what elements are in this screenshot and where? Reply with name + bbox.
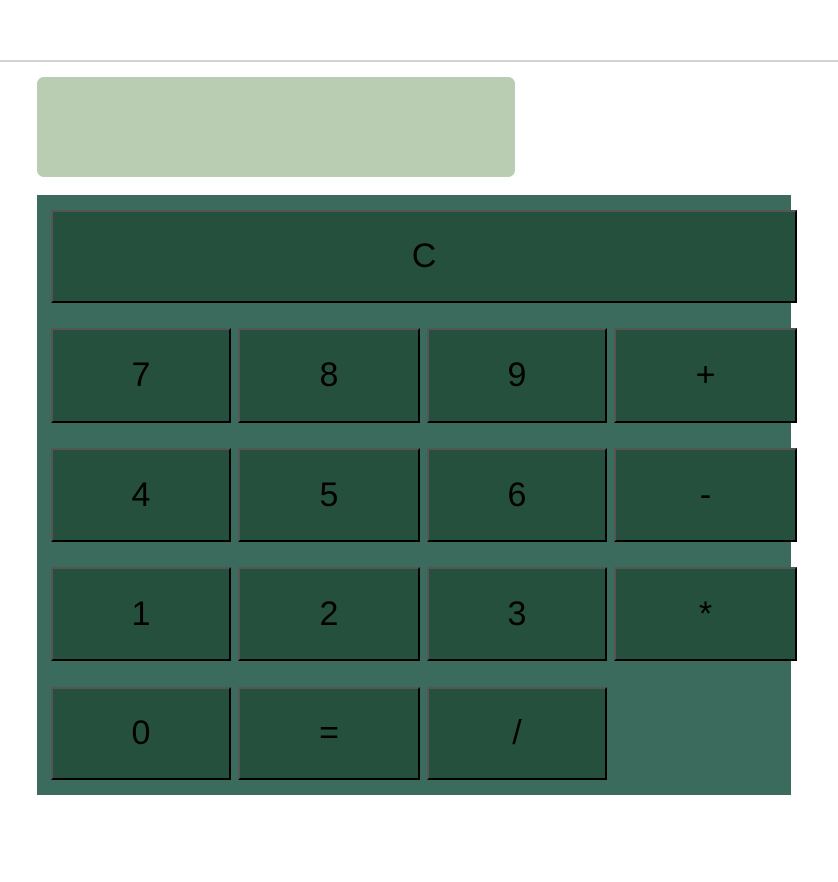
digit-9-button[interactable]: 9	[427, 328, 607, 423]
plus-button[interactable]: +	[614, 328, 797, 423]
multiply-button[interactable]: *	[614, 567, 797, 661]
digit-8-button[interactable]: 8	[238, 328, 420, 423]
digit-0-button[interactable]: 0	[51, 687, 231, 780]
digit-6-button[interactable]: 6	[427, 448, 607, 542]
divide-button[interactable]: /	[427, 687, 607, 780]
digit-1-button[interactable]: 1	[51, 567, 231, 661]
clear-button[interactable]: C	[51, 210, 797, 303]
calculator-keypad: C 7 8 9 + 4 5 6 - 1 2 3 * 0 = /	[37, 195, 797, 795]
equals-button[interactable]: =	[238, 687, 420, 780]
digit-4-button[interactable]: 4	[51, 448, 231, 542]
digit-2-button[interactable]: 2	[238, 567, 420, 661]
top-divider	[0, 60, 838, 62]
digit-3-button[interactable]: 3	[427, 567, 607, 661]
minus-button[interactable]: -	[614, 448, 797, 542]
digit-5-button[interactable]: 5	[238, 448, 420, 542]
digit-7-button[interactable]: 7	[51, 328, 231, 423]
calculator-display	[37, 77, 515, 177]
